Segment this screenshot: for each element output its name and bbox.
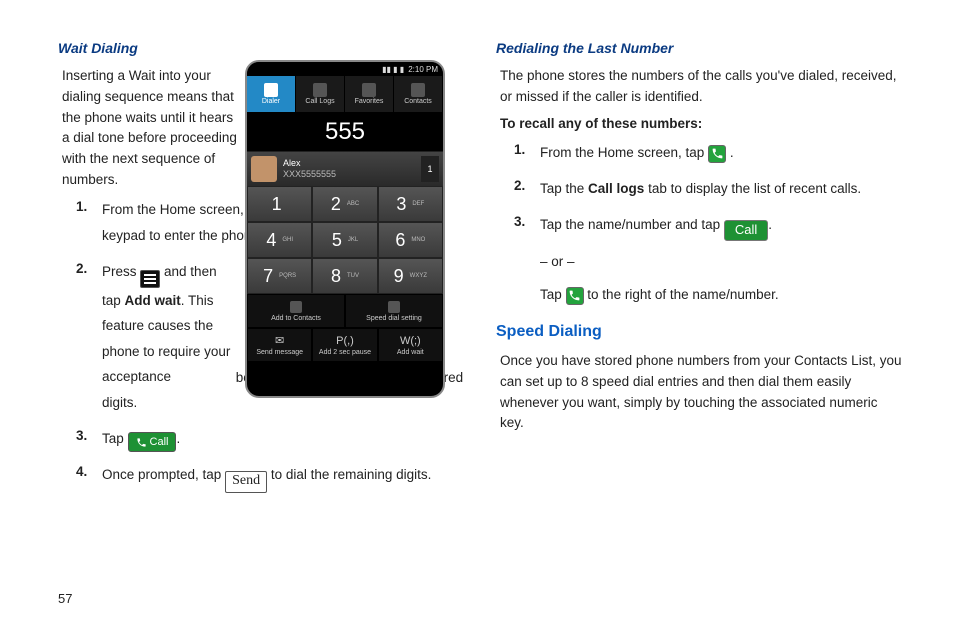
- phone-tabs: Dialer Call Logs Favorites Contacts: [247, 76, 443, 112]
- step-body: Tap Call .: [102, 426, 466, 453]
- recall-heading: To recall any of these numbers:: [500, 114, 904, 135]
- contact-count: 1: [421, 156, 439, 182]
- step-num: 3.: [76, 426, 102, 453]
- step-num: 1.: [76, 197, 102, 248]
- wait-dialing-heading: Wait Dialing: [58, 38, 466, 60]
- contact-name: Alex: [283, 158, 415, 169]
- redial-intro: The phone stores the numbers of the call…: [500, 66, 904, 108]
- right-column: Redialing the Last Number The phone stor…: [496, 38, 904, 503]
- key-2[interactable]: 2ABC: [312, 186, 377, 222]
- send-button: Send: [225, 471, 267, 493]
- key-3[interactable]: 3DEF: [378, 186, 443, 222]
- key-8[interactable]: 8TUV: [312, 258, 377, 294]
- step-num: 3.: [514, 212, 540, 308]
- or-divider: – or –: [540, 249, 904, 275]
- contact-suggestion[interactable]: Alex XXX5555555 1: [247, 152, 443, 186]
- action-add-contacts[interactable]: Add to Contacts: [247, 294, 345, 328]
- phone-icon: [566, 287, 584, 305]
- action-pause[interactable]: P(,)Add 2 sec pause: [312, 328, 377, 362]
- key-7[interactable]: 7PQRS: [247, 258, 312, 294]
- redial-heading: Redialing the Last Number: [496, 38, 904, 60]
- status-bar: ▮▮ ▮ ▮ 2:10 PM: [247, 62, 443, 76]
- step-num: 2.: [514, 176, 540, 202]
- speed-dial-para: Once you have stored phone numbers from …: [500, 351, 904, 435]
- keypad: 1 2ABC 3DEF 4GHI 5JKL 6MNO 7PQRS 8TUV 9W…: [247, 186, 443, 294]
- wait-dialing-intro: Inserting a Wait into your dialing seque…: [62, 66, 240, 192]
- tab-contacts[interactable]: Contacts: [394, 76, 443, 112]
- clock: 2:10 PM: [408, 65, 438, 74]
- phone-icon: [708, 145, 726, 163]
- key-6[interactable]: 6MNO: [378, 222, 443, 258]
- menu-icon: [140, 270, 160, 288]
- step-body: Tap the name/number and tap Call. – or –…: [540, 212, 904, 308]
- avatar: [251, 156, 277, 182]
- number-display: 555: [247, 112, 443, 152]
- step-body: From the Home screen, tap .: [540, 140, 904, 166]
- action-wait[interactable]: W(;)Add wait: [378, 328, 443, 362]
- action-speed-dial[interactable]: Speed dial setting: [345, 294, 443, 328]
- tab-favorites[interactable]: Favorites: [345, 76, 394, 112]
- tab-call-logs[interactable]: Call Logs: [296, 76, 345, 112]
- call-button: Call: [724, 220, 768, 241]
- key-1[interactable]: 1: [247, 186, 312, 222]
- speed-dial-heading: Speed Dialing: [496, 320, 904, 345]
- step-num: 1.: [514, 140, 540, 166]
- phone-screenshot: ▮▮ ▮ ▮ 2:10 PM Dialer Call Logs Favorite…: [245, 60, 445, 398]
- key-4[interactable]: 4GHI: [247, 222, 312, 258]
- contact-number: XXX5555555: [283, 169, 415, 180]
- action-send-message[interactable]: ✉Send message: [247, 328, 312, 362]
- step-num: 4.: [76, 462, 102, 492]
- page-number: 57: [58, 591, 72, 606]
- step-body: Once prompted, tap Send to dial the rema…: [102, 462, 466, 492]
- tab-dialer[interactable]: Dialer: [247, 76, 296, 112]
- key-9[interactable]: 9WXYZ: [378, 258, 443, 294]
- step-num: 2.: [76, 259, 102, 416]
- key-5[interactable]: 5JKL: [312, 222, 377, 258]
- step-body: Tap the Call logs tab to display the lis…: [540, 176, 904, 202]
- call-button: Call: [128, 432, 177, 452]
- recall-steps: 1. From the Home screen, tap . 2. Tap th…: [514, 140, 904, 307]
